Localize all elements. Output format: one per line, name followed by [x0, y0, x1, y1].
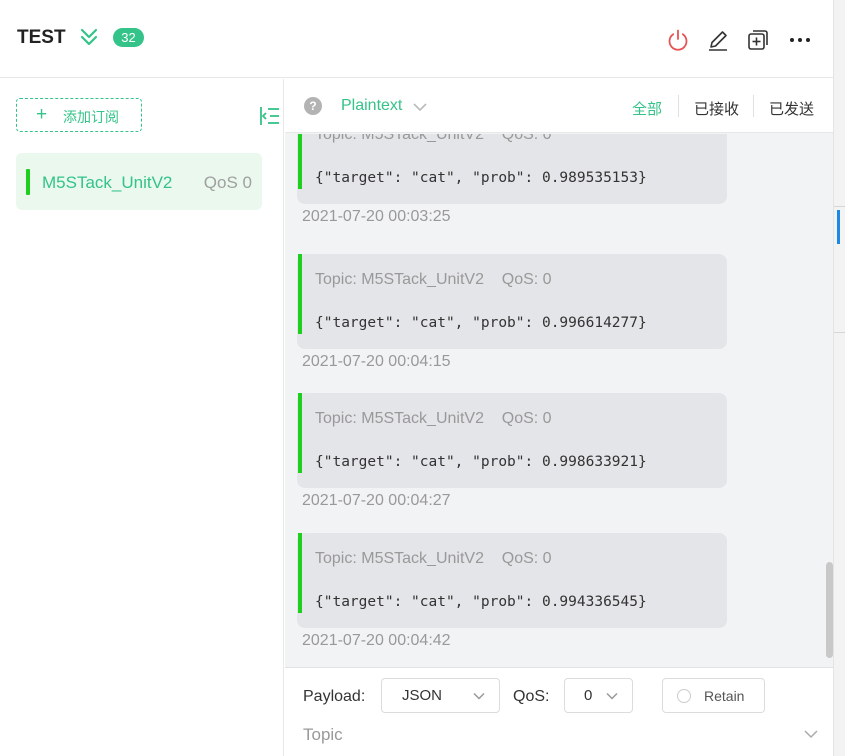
message-time: 2021-07-20 00:03:25	[302, 208, 451, 225]
message-topic: Topic: M5STack_UnitV2 QoS: 0	[315, 134, 552, 143]
adjacent-window-edge	[834, 0, 845, 756]
add-subscription-button[interactable]: + 添加订阅	[16, 98, 142, 132]
scrollbar-thumb[interactable]	[826, 562, 833, 658]
messages-toolbar: ? Plaintext 全部 已接收 已发送	[285, 79, 833, 133]
message-list: Topic: M5STack_UnitV2 QoS: 0 {"target": …	[285, 134, 825, 667]
message-color-bar	[298, 134, 302, 189]
qos-value: 0	[584, 687, 593, 704]
qos-label: QoS:	[513, 688, 550, 705]
fold-sidebar-icon[interactable]	[257, 104, 281, 128]
message-bubble: Topic: M5STack_UnitV2 QoS: 0 {"target": …	[297, 533, 727, 628]
plus-icon: +	[36, 104, 48, 125]
message-topic: Topic: M5STack_UnitV2 QoS: 0	[315, 271, 552, 288]
message-time: 2021-07-20 00:04:27	[302, 492, 451, 509]
add-subscription-label: 添加订阅	[63, 109, 119, 125]
message-bubble: Topic: M5STack_UnitV2 QoS: 0 {"target": …	[297, 254, 727, 349]
qos-select[interactable]: 0	[564, 678, 633, 713]
message-payload: {"target": "cat", "prob": 0.994336545}	[315, 594, 647, 610]
message-count-badge: 32	[113, 28, 144, 47]
chevron-down-icon[interactable]	[803, 726, 819, 742]
subscription-topic: M5STack_UnitV2	[42, 173, 173, 192]
new-window-icon[interactable]	[746, 28, 770, 52]
message-scrollbar[interactable]	[825, 134, 833, 667]
publish-panel: Payload: JSON QoS: 0 Retain	[285, 667, 833, 756]
message-time: 2021-07-20 00:04:15	[302, 353, 451, 370]
chevron-down-icon[interactable]	[412, 99, 428, 115]
chevron-down-icon	[606, 692, 618, 700]
filter-all-tab[interactable]: 全部	[632, 98, 662, 119]
message-payload: {"target": "cat", "prob": 0.989535153}	[315, 170, 647, 186]
message-color-bar	[298, 254, 302, 334]
retain-checkbox[interactable]: Retain	[662, 678, 765, 713]
subscription-color-bar	[26, 169, 30, 195]
help-icon[interactable]: ?	[304, 97, 322, 115]
message-payload: {"target": "cat", "prob": 0.998633921}	[315, 454, 647, 470]
message-payload: {"target": "cat", "prob": 0.996614277}	[315, 315, 647, 331]
collapse-chevron-icon[interactable]	[79, 27, 99, 47]
filter-sent-tab[interactable]: 已发送	[769, 98, 814, 119]
connection-header: TEST 32	[0, 0, 833, 78]
publish-topic-input[interactable]	[303, 721, 823, 749]
chevron-down-icon	[473, 692, 485, 700]
more-icon[interactable]	[788, 28, 812, 52]
subscription-qos: QoS 0	[203, 173, 252, 192]
message-color-bar	[298, 393, 302, 473]
message-color-bar	[298, 533, 302, 613]
payload-format-value: JSON	[402, 687, 443, 704]
filter-received-tab[interactable]: 已接收	[694, 98, 739, 119]
selection-marker	[837, 210, 840, 244]
payload-format-select[interactable]: JSON	[381, 678, 500, 713]
messages-panel: ? Plaintext 全部 已接收 已发送 Topic: M5STack_Un…	[285, 79, 833, 756]
subscription-item[interactable]: M5STack_UnitV2 QoS 0	[16, 153, 262, 210]
power-icon[interactable]	[666, 28, 690, 52]
message-topic: Topic: M5STack_UnitV2 QoS: 0	[315, 550, 552, 567]
retain-radio-icon	[677, 689, 691, 703]
message-time: 2021-07-20 00:04:42	[302, 632, 451, 649]
message-topic: Topic: M5STack_UnitV2 QoS: 0	[315, 410, 552, 427]
divider	[834, 206, 845, 207]
subscriptions-sidebar: + 添加订阅 M5STack_UnitV2 QoS 0	[0, 79, 284, 756]
payload-label: Payload:	[303, 688, 366, 705]
payload-type-select[interactable]: Plaintext	[341, 97, 402, 115]
divider	[834, 332, 845, 333]
message-bubble: Topic: M5STack_UnitV2 QoS: 0 {"target": …	[297, 134, 727, 204]
filter-separator	[678, 95, 679, 117]
edit-icon[interactable]	[706, 28, 730, 52]
filter-separator	[753, 95, 754, 117]
message-bubble: Topic: M5STack_UnitV2 QoS: 0 {"target": …	[297, 393, 727, 488]
mqtt-client-window: TEST 32 + 添加订阅 M5STack_UnitV2 QoS 0 ? Pl…	[0, 0, 834, 756]
connection-name: TEST	[17, 27, 66, 48]
retain-label: Retain	[704, 688, 745, 704]
